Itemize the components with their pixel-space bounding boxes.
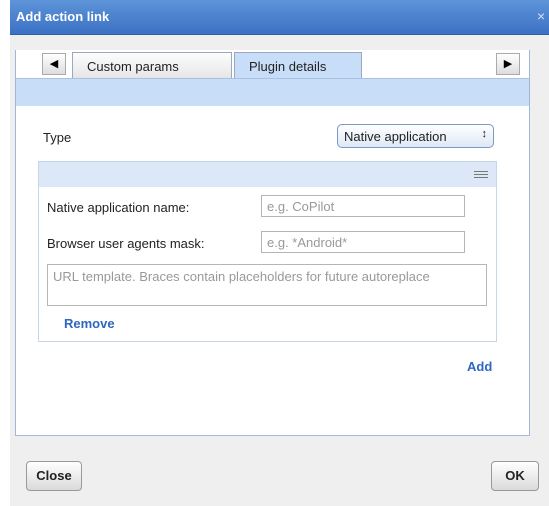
group-header [39, 162, 496, 187]
ua-mask-input[interactable]: e.g. *Android* [261, 231, 465, 253]
close-icon[interactable]: × [537, 9, 549, 23]
add-link[interactable]: Add [467, 359, 492, 374]
ok-button[interactable]: OK [491, 461, 539, 491]
tab-content-header [16, 78, 529, 106]
tab-custom-params[interactable]: Custom params [72, 52, 232, 78]
dialog-titlebar: Add action link × [10, 0, 549, 35]
remove-link[interactable]: Remove [64, 316, 115, 331]
tab-label: Plugin details [249, 59, 327, 74]
native-app-name-label: Native application name: [47, 200, 190, 215]
arrow-left-icon: ◀ [49, 58, 59, 70]
arrow-right-icon: ▶ [503, 58, 513, 70]
type-label: Type [43, 130, 72, 145]
type-select[interactable]: Native application ↕ [337, 124, 494, 148]
tab-scroll-left-button[interactable]: ◀ [42, 53, 66, 75]
drag-handle-icon[interactable] [474, 171, 488, 179]
ua-mask-label: Browser user agents mask: [47, 236, 205, 251]
url-template-textarea[interactable]: URL template. Braces contain placeholder… [47, 264, 487, 306]
tab-label: Custom params [87, 59, 179, 74]
tab-scroll-right-button[interactable]: ▶ [496, 53, 520, 75]
native-app-name-input[interactable]: e.g. CoPilot [261, 195, 465, 217]
type-select-value: Native application [344, 129, 447, 144]
dialog-title: Add action link [16, 9, 110, 24]
close-button[interactable]: Close [26, 461, 82, 491]
select-arrows-icon: ↕ [481, 128, 488, 140]
tab-plugin-details[interactable]: Plugin details [234, 52, 362, 78]
